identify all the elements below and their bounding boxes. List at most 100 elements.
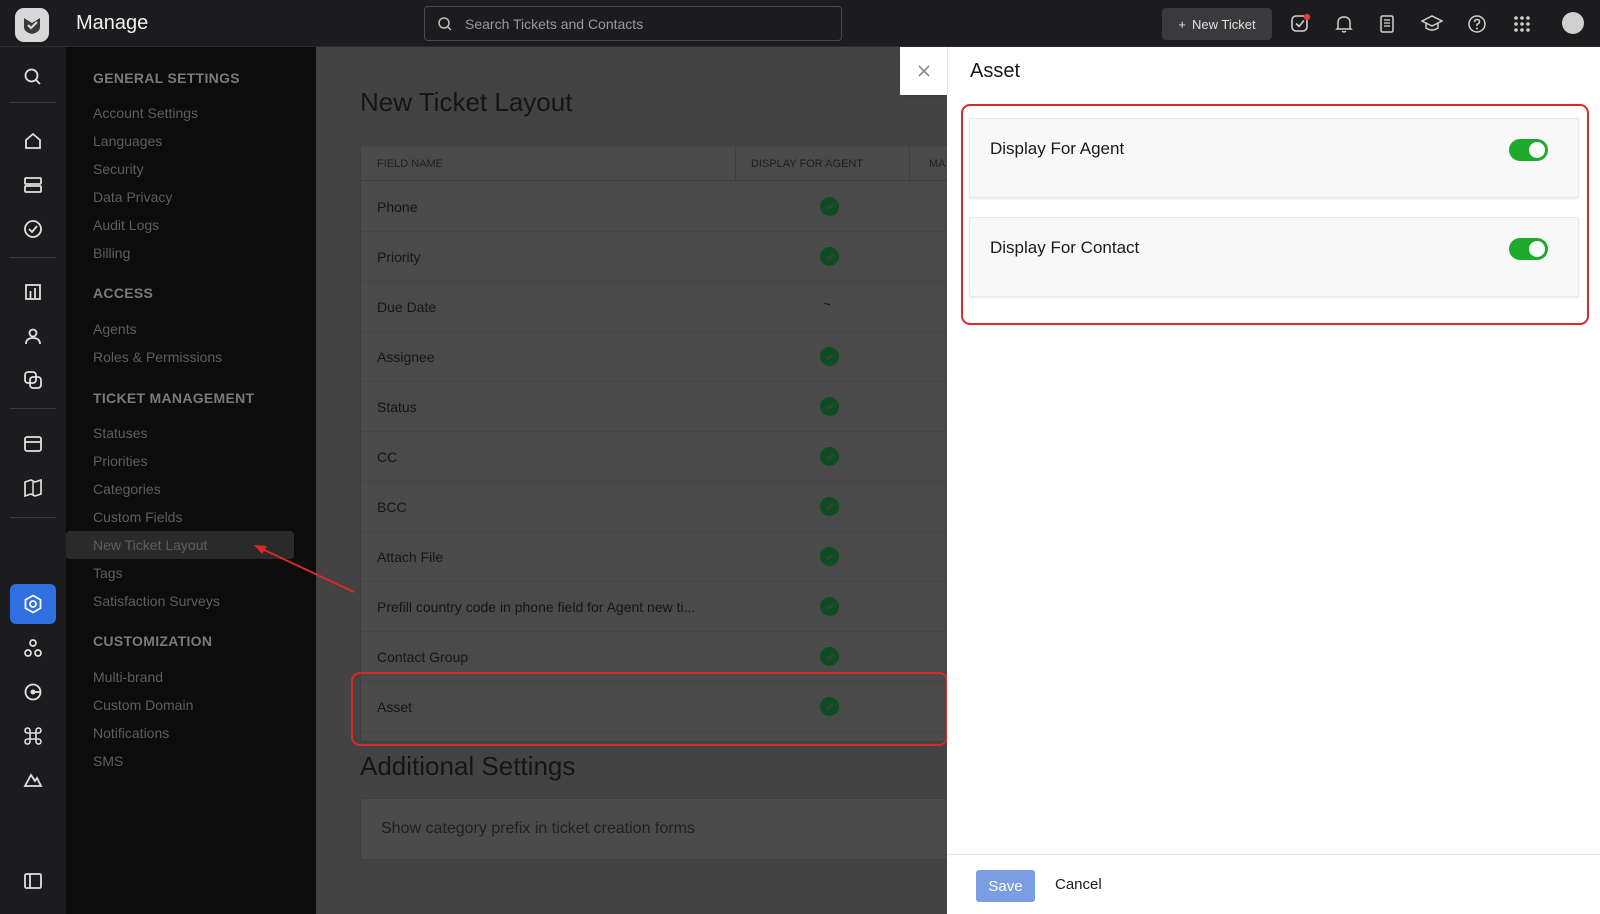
plus-icon: + (1178, 16, 1186, 32)
graduation-cap-icon[interactable] (1420, 12, 1444, 36)
reports-icon[interactable] (19, 278, 47, 306)
field-name: Assignee (377, 349, 435, 365)
column-header-truncated: MA (929, 158, 946, 170)
apps-grid-icon[interactable] (1510, 12, 1534, 36)
sidebar-item-languages[interactable]: Languages (93, 133, 162, 149)
help-icon[interactable] (1465, 12, 1489, 36)
annotation-arrow (254, 545, 355, 593)
new-ticket-button[interactable]: + New Ticket (1162, 8, 1272, 40)
search-placeholder: Search Tickets and Contacts (465, 15, 644, 32)
sidebar-item-tags[interactable]: Tags (93, 565, 123, 581)
table-row[interactable]: Status (361, 382, 947, 432)
app-logo-icon[interactable] (15, 8, 49, 42)
field-name: Attach File (377, 549, 444, 565)
rail-divider (10, 408, 56, 409)
integrations-icon[interactable] (19, 366, 47, 394)
sidebar-item-billing[interactable]: Billing (93, 245, 130, 261)
sidebar-item-statuses[interactable]: Statuses (93, 425, 147, 441)
check-icon (820, 547, 839, 566)
tasks-icon[interactable] (1288, 12, 1312, 36)
home-icon[interactable] (19, 127, 47, 155)
new-ticket-label: New Ticket (1192, 16, 1256, 32)
sidebar-item-custom-domain[interactable]: Custom Domain (93, 697, 193, 713)
app-rail (0, 47, 66, 914)
app-title: Manage (76, 12, 149, 34)
rail-divider (10, 257, 56, 258)
avatar[interactable] (1562, 12, 1584, 34)
sidebar-item-new-ticket-layout[interactable]: New Ticket Layout (93, 537, 207, 553)
page-title: New Ticket Layout (360, 87, 573, 117)
top-bar: Manage Search Tickets and Contacts + New… (0, 0, 1600, 47)
sidebar-item-data-privacy[interactable]: Data Privacy (93, 189, 172, 205)
sidebar-item-categories[interactable]: Categories (93, 481, 161, 497)
sidebar-item-roles-permissions[interactable]: Roles & Permissions (93, 349, 222, 365)
tickets-icon[interactable] (19, 171, 47, 199)
check-icon (820, 647, 839, 666)
rail-divider (10, 517, 56, 518)
drawer-header-divider (947, 47, 948, 95)
automation-icon[interactable] (19, 678, 47, 706)
settings-sidebar: GENERAL SETTINGS Account Settings Langua… (66, 47, 316, 914)
table-row[interactable]: Priority (361, 232, 947, 282)
save-button[interactable]: Save (976, 870, 1035, 902)
sidebar-heading-general: GENERAL SETTINGS (93, 70, 240, 86)
column-header-field-name: FIELD NAME (377, 158, 444, 170)
drawer-footer: Save Cancel (947, 854, 1600, 914)
knowledge-base-icon[interactable] (19, 474, 47, 502)
field-name: Phone (377, 199, 418, 215)
highlight-box-asset-row (351, 672, 948, 746)
sidebar-item-notifications[interactable]: Notifications (93, 725, 169, 741)
check-icon (820, 347, 839, 366)
document-icon[interactable] (1375, 12, 1399, 36)
field-name: Due Date (377, 299, 437, 315)
sidebar-item-security[interactable]: Security (93, 161, 144, 177)
sidebar-item-custom-fields[interactable]: Custom Fields (93, 509, 182, 525)
field-name: Priority (377, 249, 421, 265)
highlight-box-toggles (961, 104, 1589, 325)
command-icon[interactable] (19, 722, 47, 750)
field-name: Contact Group (377, 649, 469, 665)
column-divider (909, 146, 910, 181)
table-row[interactable]: Attach File (361, 532, 947, 582)
sidebar-item-audit-logs[interactable]: Audit Logs (93, 217, 159, 233)
search-icon[interactable] (19, 63, 47, 91)
browser-icon[interactable] (19, 430, 47, 458)
cancel-button[interactable]: Cancel (1055, 876, 1102, 893)
sidebar-item-satisfaction-surveys[interactable]: Satisfaction Surveys (93, 593, 220, 609)
sidebar-item-sms[interactable]: SMS (93, 753, 123, 769)
check-icon (820, 247, 839, 266)
sidebar-heading-ticket-management: TICKET MANAGEMENT (93, 390, 255, 406)
field-name: Status (377, 399, 417, 415)
check-icon (820, 597, 839, 616)
sidebar-heading-customization: CUSTOMIZATION (93, 633, 213, 649)
table-row[interactable]: Due Date ~ (361, 282, 947, 332)
sidebar-heading-access: ACCESS (93, 285, 154, 301)
sidebar-item-multi-brand[interactable]: Multi-brand (93, 669, 163, 685)
table-row[interactable]: Phone (361, 182, 947, 232)
table-header: FIELD NAME DISPLAY FOR AGENT MA (361, 146, 947, 181)
sidebar-item-agents[interactable]: Agents (93, 321, 137, 337)
contact-icon[interactable] (19, 322, 47, 350)
settings-gear-icon[interactable] (19, 590, 47, 618)
field-name: BCC (377, 499, 407, 515)
table-row[interactable]: BCC (361, 482, 947, 532)
check-icon (820, 397, 839, 416)
sidebar-item-account-settings[interactable]: Account Settings (93, 105, 198, 121)
table-row[interactable]: CC (361, 432, 947, 482)
drawer-header: Asset (900, 47, 1600, 95)
sidebar-toggle-icon[interactable] (19, 867, 47, 895)
brand-mountain-icon[interactable] (19, 766, 47, 794)
search-input[interactable]: Search Tickets and Contacts (424, 6, 842, 41)
workflow-icon[interactable] (19, 634, 47, 662)
close-icon[interactable] (914, 61, 934, 81)
table-row[interactable]: Prefill country code in phone field for … (361, 582, 947, 632)
additional-setting-item[interactable]: Show category prefix in ticket creation … (360, 798, 947, 860)
sidebar-item-priorities[interactable]: Priorities (93, 453, 147, 469)
table-row[interactable]: Assignee (361, 332, 947, 382)
column-header-display-for-agent: DISPLAY FOR AGENT (751, 158, 864, 170)
field-name: CC (377, 449, 398, 465)
fields-table: FIELD NAME DISPLAY FOR AGENT MA Phone Pri… (360, 145, 947, 742)
drawer-title: Asset (970, 60, 1021, 82)
bell-icon[interactable] (1332, 12, 1356, 36)
check-circle-icon[interactable] (19, 215, 47, 243)
